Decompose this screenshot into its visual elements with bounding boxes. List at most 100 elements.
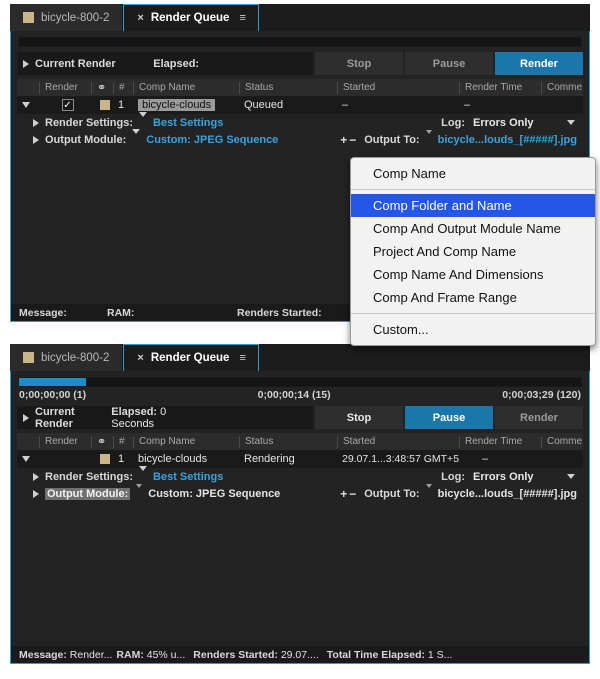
output-name-context-menu[interactable]: Comp Name Comp Folder and Name Comp And Ou… [350,157,596,346]
table-row-top[interactable]: ✓ 1 bicycle-clouds Queued – – [17,96,583,114]
col-render-time[interactable]: Render Time [459,435,541,448]
pause-button-top[interactable]: Pause [405,52,493,75]
pause-button-bottom[interactable]: Pause [405,406,493,429]
output-to-dropdown-arrow[interactable] [425,129,432,146]
col-started[interactable]: Started [337,435,459,448]
disclosure-triangle-icon[interactable] [23,59,29,68]
col-status[interactable]: Status [239,81,337,94]
row-comp-name-wrap[interactable]: bicycle-clouds [133,99,239,111]
output-module-disclosure[interactable] [17,135,45,144]
row-comp-name-wrap[interactable]: bicycle-clouds [133,453,239,465]
col-tag-icon[interactable]: ⚭ [91,435,113,448]
tab-render-queue[interactable]: × Render Queue ≡ [123,4,259,31]
panel-menu-icon[interactable]: ≡ [239,352,246,364]
output-module-value[interactable]: Custom: JPEG Sequence [148,488,280,500]
tab-bicycle-800-2[interactable]: bicycle-800-2 [10,4,124,31]
context-menu-item[interactable]: Comp And Frame Range [351,286,595,309]
context-menu-item[interactable]: Project And Comp Name [351,240,595,263]
render-settings-label[interactable]: Render Settings: [45,471,133,483]
col-render-time[interactable]: Render Time [459,81,541,94]
render-settings-dropdown-arrow[interactable] [139,465,148,483]
disclosure-right-icon [33,118,39,127]
context-menu-item[interactable]: Comp And Output Module Name [351,217,595,240]
disclosure-right-icon [33,135,39,144]
row-status: Queued [244,99,284,111]
output-module-disclosure[interactable] [17,489,45,498]
output-module-dropdown-arrow[interactable] [132,128,141,146]
table-row-bottom[interactable]: 1 bicycle-clouds Rendering 29.07.1...3:4… [17,450,583,468]
render-settings-value[interactable]: Best Settings [153,471,223,483]
panel-tabbar-top: bicycle-800-2 × Render Queue ≡ [10,4,590,31]
col-comp-name[interactable]: Comp Name [133,81,239,94]
output-module-value[interactable]: Custom: JPEG Sequence [146,134,278,146]
output-to-value[interactable]: bicycle...louds_[#####].jpg [438,134,583,146]
col-number[interactable]: # [113,435,133,448]
panel-menu-icon[interactable]: ≡ [239,12,246,24]
remove-output-module-button[interactable]: − [349,133,358,147]
row-disclosure[interactable] [17,102,39,108]
col-status[interactable]: Status [239,435,337,448]
chevron-down-icon [425,483,432,500]
render-settings-disclosure[interactable] [17,118,45,127]
output-to-dropdown-arrow[interactable] [425,483,432,500]
chevron-down-icon [139,465,148,483]
status-ram: RAM: 45% u... [112,649,185,661]
row-disclosure[interactable] [17,456,39,462]
render-settings-disclosure[interactable] [17,472,45,481]
add-output-module-button[interactable]: + [340,133,349,147]
stop-button-bottom[interactable]: Stop [315,406,403,429]
current-render-box-bottom[interactable]: Current Render Elapsed: 0 Seconds [17,405,313,430]
output-module-label[interactable]: Output Module: [45,134,126,146]
table-header-top: Render ⚭ # Comp Name Status Started Rend… [17,79,583,96]
status-ram: RAM: [107,307,237,319]
log-dropdown[interactable]: Errors Only [465,117,583,129]
stop-button-top[interactable]: Stop [315,52,403,75]
col-comment[interactable]: Comme [541,81,583,94]
elapsed-label: Elapsed: [111,405,158,418]
close-icon[interactable]: × [137,12,143,24]
current-render-box-top[interactable]: Current Render Elapsed: [17,52,313,75]
col-tag-icon[interactable]: ⚭ [91,81,113,94]
status-renders-started: Renders Started: 29.07.... [185,649,318,661]
disclosure-triangle-icon[interactable] [23,413,29,422]
screenshot-root: bicycle-800-2 × Render Queue ≡ Current R… [0,0,600,679]
row-render-checkbox[interactable]: ✓ [39,99,91,111]
log-dropdown[interactable]: Errors Only [465,471,583,483]
composition-icon [23,12,34,23]
disclosure-down-icon [22,102,30,108]
remove-output-module-button[interactable]: − [349,487,358,501]
tab-bicycle-800-2[interactable]: bicycle-800-2 [10,344,124,371]
render-settings-row-bottom: Render Settings: Best Settings Log: Erro… [17,465,583,485]
tab-render-queue[interactable]: × Render Queue ≡ [123,344,259,371]
col-disclosure [17,82,39,94]
chevron-down-icon [567,120,575,125]
render-button-bottom[interactable]: Render [495,406,583,429]
context-menu-item[interactable]: Comp Folder and Name [351,194,595,217]
row-started: – [342,99,349,111]
render-settings-dropdown-arrow[interactable] [139,111,148,129]
row-comp-name[interactable]: bicycle-clouds [138,453,207,465]
col-render[interactable]: Render [39,435,91,448]
output-module-dropdown-arrow[interactable] [136,483,143,500]
context-menu-item[interactable]: Custom... [351,318,595,341]
checkbox-icon[interactable]: ✓ [61,99,74,111]
col-render[interactable]: Render [39,81,91,94]
progress-label-start: 0;00;00;00 (1) [19,389,87,401]
add-output-module-button[interactable]: + [340,487,349,501]
output-module-label[interactable]: Output Module: [45,487,131,500]
table-header-bottom: Render ⚭ # Comp Name Status Started Rend… [17,433,583,450]
context-menu-item[interactable]: Comp Name And Dimensions [351,263,595,286]
col-comp-name[interactable]: Comp Name [133,435,239,448]
render-settings-value[interactable]: Best Settings [153,117,223,129]
col-started[interactable]: Started [337,81,459,94]
output-to-value[interactable]: bicycle...louds_[#####].jpg [438,488,583,500]
col-comment[interactable]: Comme [541,435,583,448]
chevron-down-icon [425,129,432,146]
status-total-value: 1 S... [427,648,453,661]
render-settings-label[interactable]: Render Settings: [45,117,133,129]
render-button-top[interactable]: Render [495,52,583,75]
col-number[interactable]: # [113,81,133,94]
close-icon[interactable]: × [137,352,143,364]
context-menu-item[interactable]: Comp Name [351,162,595,185]
row-comp-name[interactable]: bicycle-clouds [138,99,216,111]
